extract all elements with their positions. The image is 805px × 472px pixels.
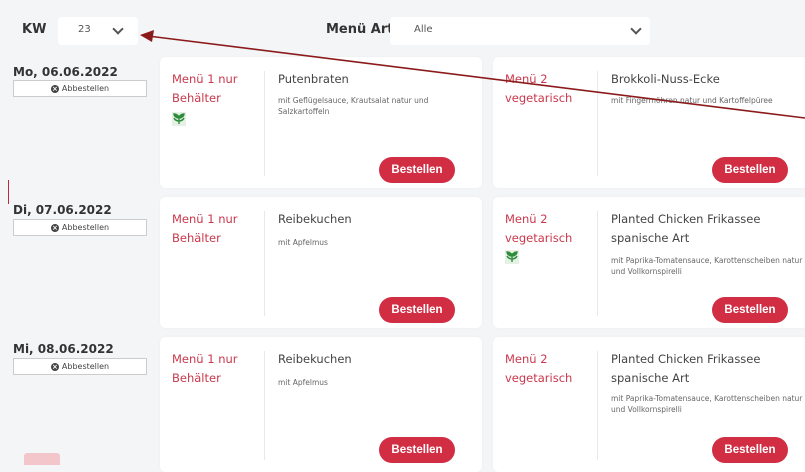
menu-card: Menü 2 vegetarisch Planted Chicken Frika… [493, 197, 805, 328]
menu-name: Menü 1 nur Behälter [172, 72, 238, 105]
dish-description: mit Paprika-Tomatensauce, Karottenscheib… [611, 394, 803, 414]
row-marker [8, 180, 9, 204]
cancel-button[interactable]: × Abbestellen [13, 219, 147, 236]
order-button[interactable]: Bestellen [712, 297, 788, 323]
order-button[interactable]: Bestellen [379, 297, 455, 323]
dish-title: Reibekuchen [278, 212, 352, 226]
menu-name: Menü 2 vegetarisch [505, 72, 573, 105]
dish-title: Reibekuchen [278, 352, 352, 366]
dish-description: mit Fingermöhren natur und Kartoffelpüre… [611, 96, 773, 105]
order-button[interactable]: Bestellen [379, 157, 455, 183]
day-date: Mo, 06.06.2022 [13, 65, 118, 79]
dish-description: mit Apfelmus [278, 378, 328, 387]
x-circle-icon: × [50, 362, 59, 371]
order-button[interactable]: Bestellen [379, 437, 455, 463]
vegetarian-leaf-icon [172, 112, 186, 126]
cancel-button[interactable]: × Abbestellen [13, 358, 147, 375]
day-date: Mi, 08.06.2022 [13, 342, 114, 356]
menu-card: Menü 2 vegetarisch Planted Chicken Frika… [493, 337, 805, 472]
kw-select[interactable]: 23 [58, 17, 138, 45]
floating-button-stub[interactable] [24, 453, 60, 465]
chevron-down-icon [630, 23, 642, 35]
dish-description: mit Geflügelsauce, Krautsalat natur und … [278, 96, 429, 116]
menu-art-select-value: Alle [414, 24, 433, 35]
menu-card: Menü 2 vegetarisch Brokkoli-Nuss-Ecke mi… [493, 57, 805, 188]
kw-select-value: 23 [78, 24, 91, 35]
menu-name: Menü 2 vegetarisch [505, 352, 573, 385]
dish-title: Planted Chicken Frikassee spanische Art [611, 352, 761, 385]
order-button[interactable]: Bestellen [712, 437, 788, 463]
cancel-label: Abbestellen [61, 362, 110, 371]
chevron-down-icon [112, 23, 124, 35]
vegetarian-leaf-icon [505, 250, 519, 264]
dish-description: mit Paprika-Tomatensauce, Karottenscheib… [611, 256, 803, 276]
menu-name: Menü 1 nur Behälter [172, 212, 238, 245]
menu-art-select[interactable]: Alle [390, 17, 650, 45]
menu-name: Menü 2 vegetarisch [505, 212, 573, 245]
menu-name: Menü 1 nur Behälter [172, 352, 238, 385]
cancel-label: Abbestellen [61, 223, 110, 232]
cancel-label: Abbestellen [61, 84, 110, 93]
kw-label: KW [22, 22, 47, 37]
menu-art-label: Menü Art [326, 22, 394, 37]
dish-title: Brokkoli-Nuss-Ecke [611, 72, 720, 86]
dish-title: Putenbraten [278, 72, 349, 86]
filter-bar: KW 23 Menü Art Alle [0, 0, 805, 62]
x-circle-icon: × [50, 223, 59, 232]
x-circle-icon: × [50, 84, 59, 93]
day-date: Di, 07.06.2022 [13, 203, 112, 217]
menu-card: Menü 1 nur Behälter Reibekuchen mit Apfe… [160, 337, 482, 472]
cancel-button[interactable]: × Abbestellen [13, 80, 147, 97]
dish-description: mit Apfelmus [278, 238, 328, 247]
menu-card: Menü 1 nur Behälter Putenbraten mit Gefl… [160, 57, 482, 188]
menu-card: Menü 1 nur Behälter Reibekuchen mit Apfe… [160, 197, 482, 328]
order-button[interactable]: Bestellen [712, 157, 788, 183]
dish-title: Planted Chicken Frikassee spanische Art [611, 212, 761, 245]
